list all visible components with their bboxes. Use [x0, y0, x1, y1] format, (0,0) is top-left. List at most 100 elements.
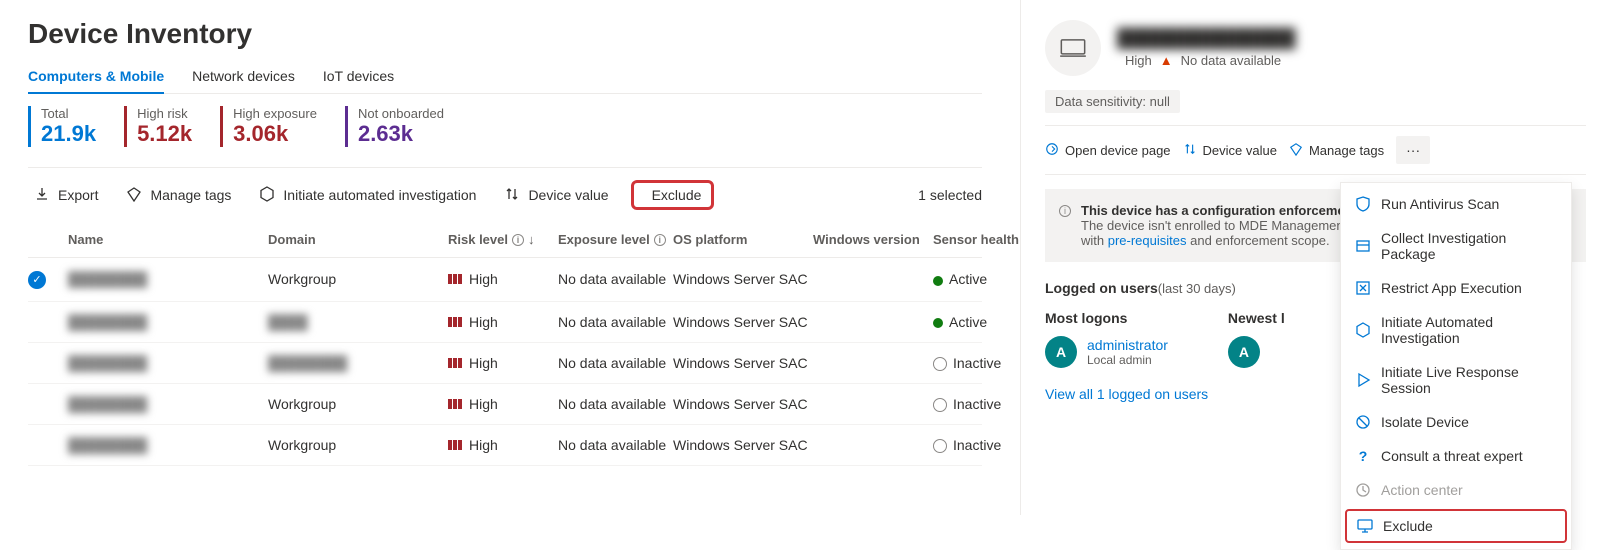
- open-device-page-button[interactable]: Open device page: [1045, 142, 1171, 159]
- manage-tags-button[interactable]: Manage tags: [1289, 142, 1384, 159]
- restrict-icon: [1355, 280, 1371, 296]
- no-data-label: No data available: [1181, 53, 1281, 68]
- sort-icon: [1183, 142, 1197, 159]
- menu-item-consult-a-threat-expert[interactable]: ?Consult a threat expert: [1341, 439, 1571, 473]
- manage-tags-label: Manage tags: [150, 187, 231, 203]
- open-label: Open device page: [1065, 143, 1171, 158]
- menu-item-run-antivirus-scan[interactable]: Run Antivirus Scan: [1341, 187, 1571, 221]
- device-icon: [1045, 20, 1101, 76]
- initiate-label: Initiate automated investigation: [283, 187, 476, 203]
- hex-icon: [1355, 322, 1371, 338]
- menu-item-label: Run Antivirus Scan: [1381, 196, 1499, 212]
- menu-item-label: Isolate Device: [1381, 414, 1469, 430]
- device-value-button[interactable]: Device value: [1183, 142, 1277, 159]
- sort-icon: [504, 186, 520, 205]
- tab-network-devices[interactable]: Network devices: [192, 68, 295, 93]
- menu-item-label: Initiate Live Response Session: [1381, 364, 1557, 396]
- exposure-cell: No data available: [558, 355, 673, 371]
- device-value-label: Device value: [528, 187, 608, 203]
- risk-bars-icon: [448, 355, 463, 371]
- stat-high-exposure[interactable]: High exposure 3.06k: [220, 106, 317, 147]
- tab-computers-mobile[interactable]: Computers & Mobile: [28, 68, 164, 94]
- logged-users-sub: (last 30 days): [1158, 281, 1236, 296]
- device-name-cell: ████████: [68, 271, 268, 287]
- menu-item-label: Exclude: [1383, 518, 1433, 534]
- device-sub: High ▲ No data available: [1117, 53, 1296, 68]
- menu-item-restrict-app-execution[interactable]: Restrict App Execution: [1341, 271, 1571, 305]
- table-row[interactable]: ████████ ████ High No data available Win…: [28, 302, 982, 343]
- warning-icon: ▲: [1160, 53, 1173, 68]
- tag-icon: [126, 186, 142, 205]
- stat-value: 21.9k: [41, 121, 96, 147]
- table-row[interactable]: ████████ Workgroup High No data availabl…: [28, 425, 982, 466]
- device-value-button[interactable]: Device value: [498, 182, 614, 209]
- col-risk[interactable]: Risk level i ↓: [448, 232, 558, 247]
- menu-item-label: Initiate Automated Investigation: [1381, 314, 1557, 346]
- stat-value: 2.63k: [358, 121, 444, 147]
- stat-label: Total: [41, 106, 96, 121]
- tabs: Computers & Mobile Network devices IoT d…: [28, 68, 982, 94]
- col-exposure[interactable]: Exposure level i: [558, 232, 673, 247]
- exclude-button-highlighted[interactable]: Exclude: [631, 180, 715, 210]
- col-name[interactable]: Name: [68, 232, 268, 247]
- exposure-cell: No data available: [558, 314, 673, 330]
- menu-item-collect-investigation-package[interactable]: Collect Investigation Package: [1341, 221, 1571, 271]
- table-row[interactable]: ████████ ████████ High No data available…: [28, 343, 982, 384]
- stat-not-onboarded[interactable]: Not onboarded 2.63k: [345, 106, 444, 147]
- os-cell: Windows Server SAC: [673, 355, 813, 371]
- banner-line2: with: [1081, 233, 1108, 248]
- risk-bars-icon: [448, 314, 463, 330]
- risk-cell: High: [448, 314, 558, 330]
- os-cell: Windows Server SAC: [673, 396, 813, 412]
- menu-item-action-center: Action center: [1341, 473, 1571, 507]
- shield-icon: [1355, 196, 1371, 212]
- package-icon: [1355, 238, 1371, 254]
- menu-item-label: Consult a threat expert: [1381, 448, 1523, 464]
- menu-item-isolate-device[interactable]: Isolate Device: [1341, 405, 1571, 439]
- more-actions-button[interactable]: ···: [1396, 136, 1430, 164]
- col-os[interactable]: OS platform: [673, 232, 813, 247]
- risk-cell: High: [448, 355, 558, 371]
- col-domain[interactable]: Domain: [268, 232, 448, 247]
- col-winver[interactable]: Windows version: [813, 232, 933, 247]
- user-role: Local admin: [1087, 353, 1168, 367]
- risk-cell: High: [448, 437, 558, 453]
- initiate-investigation-button[interactable]: Initiate automated investigation: [253, 182, 482, 209]
- banner-line1: The device isn't enrolled to MDE Managem…: [1081, 218, 1347, 233]
- table-body: ✓ ████████ Workgroup High No data availa…: [28, 258, 982, 466]
- stat-total[interactable]: Total 21.9k: [28, 106, 96, 147]
- export-label: Export: [58, 187, 98, 203]
- menu-item-label: Action center: [1381, 482, 1463, 498]
- table-header: Name Domain Risk level i ↓ Exposure leve…: [28, 222, 982, 258]
- menu-item-label: Restrict App Execution: [1381, 280, 1522, 296]
- user-link[interactable]: administrator: [1087, 337, 1168, 353]
- menu-item-initiate-automated-investigation[interactable]: Initiate Automated Investigation: [1341, 305, 1571, 355]
- table-row[interactable]: ████████ Workgroup High No data availabl…: [28, 384, 982, 425]
- risk-bars-icon: [448, 396, 463, 412]
- more-actions-menu: Run Antivirus Scan Collect Investigation …: [1340, 182, 1572, 550]
- ellipsis-icon: ···: [1406, 142, 1420, 158]
- sort-down-icon: ↓: [528, 232, 535, 247]
- exposure-cell: No data available: [558, 396, 673, 412]
- os-cell: Windows Server SAC: [673, 271, 813, 287]
- selected-count: 1 selected: [918, 187, 982, 203]
- export-button[interactable]: Export: [28, 182, 104, 209]
- domain-cell: ████: [268, 314, 448, 330]
- exposure-cell: No data available: [558, 437, 673, 453]
- panel-actions: Open device page Device value Manage tag…: [1045, 125, 1586, 175]
- prerequisites-link[interactable]: pre-requisites: [1108, 233, 1187, 248]
- menu-item-initiate-live-response-session[interactable]: Initiate Live Response Session: [1341, 355, 1571, 405]
- banner-line3: and enforcement scope.: [1187, 233, 1330, 248]
- row-checkbox[interactable]: ✓: [28, 270, 68, 289]
- risk-bars-icon: [448, 271, 463, 287]
- manage-tags-button[interactable]: Manage tags: [120, 182, 237, 209]
- tab-iot-devices[interactable]: IoT devices: [323, 68, 394, 93]
- table-row[interactable]: ✓ ████████ Workgroup High No data availa…: [28, 258, 982, 302]
- user-row: A administrator Local admin: [1045, 336, 1168, 368]
- menu-item-exclude[interactable]: Exclude: [1345, 509, 1567, 543]
- most-logons-header: Most logons: [1045, 310, 1168, 326]
- device-name-cell: ████████: [68, 355, 268, 371]
- stat-high-risk[interactable]: High risk 5.12k: [124, 106, 192, 147]
- stat-label: High exposure: [233, 106, 317, 121]
- stat-value: 5.12k: [137, 121, 192, 147]
